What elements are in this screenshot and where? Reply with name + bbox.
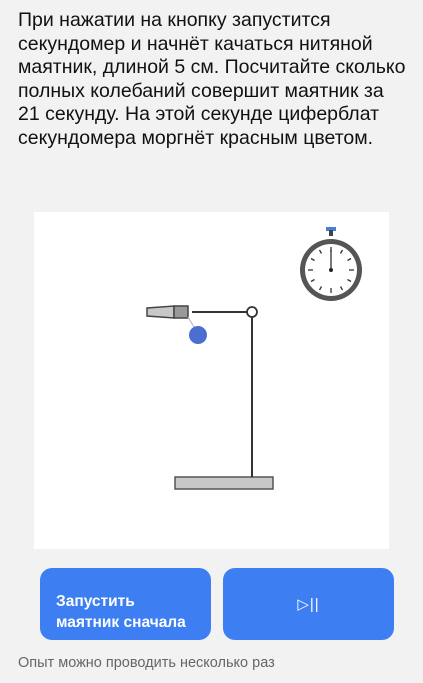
- restart-label-line1: Запустить: [56, 593, 135, 610]
- clamp-joint: [246, 306, 258, 318]
- stopwatch-icon: [300, 227, 362, 301]
- pendulum-bob: [189, 326, 207, 344]
- play-pause-icon: ▷||: [297, 596, 320, 613]
- experiment-canvas: [34, 212, 389, 549]
- task-description: При нажатии на кнопку запустится секундо…: [18, 9, 406, 149]
- restart-label-line2: маятник сначала: [56, 614, 186, 631]
- play-pause-button[interactable]: ▷||: [223, 568, 394, 640]
- stand-base: [174, 476, 274, 490]
- restart-pendulum-button[interactable]: Запустить маятник сначала: [40, 568, 211, 640]
- pendulum-holder: [146, 305, 189, 319]
- experiment-illustration: [146, 227, 362, 490]
- footer-hint: Опыт можно проводить несколько раз: [18, 655, 275, 671]
